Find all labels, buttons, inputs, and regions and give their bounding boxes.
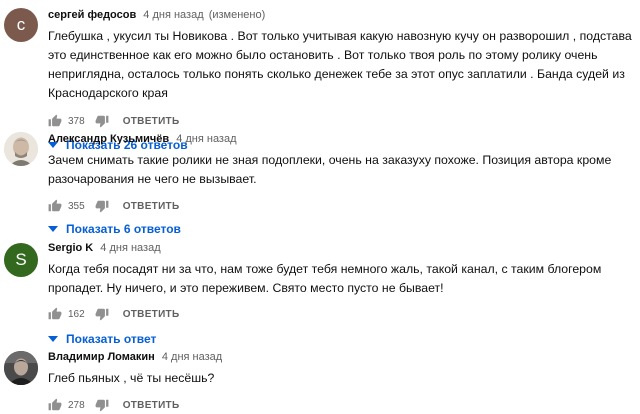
comment-actions: 355 ОТВЕТИТЬ bbox=[48, 197, 632, 215]
like-count: 278 bbox=[68, 399, 85, 411]
comment-header: сергей федосов 4 дня назад (изменено) bbox=[48, 8, 632, 22]
author-name[interactable]: Sergio K bbox=[48, 242, 93, 254]
comment-text: Зачем снимать такие ролики не зная подоп… bbox=[48, 153, 612, 186]
avatar[interactable] bbox=[4, 132, 38, 166]
thumbs-up-icon[interactable] bbox=[48, 114, 62, 128]
person-photo-icon bbox=[4, 351, 38, 385]
avatar-letter: с bbox=[16, 15, 26, 34]
comment-text: Когда тебя посадят ни за что, нам тоже б… bbox=[48, 262, 602, 295]
comment-time[interactable]: 4 дня назад bbox=[143, 9, 203, 21]
reply-button[interactable]: ОТВЕТИТЬ bbox=[123, 201, 180, 212]
thumbs-up-icon[interactable] bbox=[48, 307, 62, 321]
comment-time[interactable]: 4 дня назад bbox=[162, 351, 222, 363]
like-count: 355 bbox=[68, 200, 85, 212]
expand-arrow-icon bbox=[48, 226, 58, 232]
comment-actions: 278 ОТВЕТИТЬ bbox=[48, 396, 632, 414]
comment-actions: 162 ОТВЕТИТЬ bbox=[48, 305, 632, 323]
thumbs-up-icon[interactable] bbox=[48, 398, 62, 412]
like-count: 162 bbox=[68, 308, 85, 320]
avatar[interactable]: с bbox=[4, 8, 38, 42]
comment-thread: с сергей федосов 4 дня назад (изменено) … bbox=[0, 0, 640, 152]
person-photo-icon bbox=[4, 132, 38, 166]
comment-header: Александр Кузьмичёв 4 дня назад bbox=[48, 132, 632, 146]
edited-label: (изменено) bbox=[208, 9, 266, 21]
thumbs-down-icon[interactable] bbox=[95, 398, 109, 412]
thumbs-down-icon[interactable] bbox=[95, 199, 109, 213]
comment-body: Владимир Ломакин 4 дня назад Глеб пьяных… bbox=[48, 350, 632, 414]
comment-body: Sergio K 4 дня назад Когда тебя посадят … bbox=[48, 241, 632, 348]
like-count: 378 bbox=[68, 115, 85, 127]
avatar[interactable]: S bbox=[4, 243, 38, 277]
comment-header: Владимир Ломакин 4 дня назад bbox=[48, 350, 632, 364]
thumbs-down-icon[interactable] bbox=[95, 307, 109, 321]
author-name[interactable]: сергей федосов bbox=[48, 9, 136, 21]
author-name[interactable]: Александр Кузьмичёв bbox=[48, 133, 169, 145]
show-replies-label: Показать 6 ответов bbox=[66, 222, 181, 236]
comment-time[interactable]: 4 дня назад bbox=[100, 242, 160, 254]
thumbs-up-icon[interactable] bbox=[48, 199, 62, 213]
comment-text: Глебушка , укусил ты Новикова . Вот толь… bbox=[48, 29, 632, 100]
expand-arrow-icon bbox=[48, 336, 58, 342]
comment-thread: Александр Кузьмичёв 4 дня назад Зачем сн… bbox=[0, 127, 640, 236]
author-name[interactable]: Владимир Ломакин bbox=[48, 351, 155, 363]
comment-time[interactable]: 4 дня назад bbox=[176, 133, 236, 145]
thumbs-down-icon[interactable] bbox=[95, 114, 109, 128]
comment-header: Sergio K 4 дня назад bbox=[48, 241, 632, 255]
reply-button[interactable]: ОТВЕТИТЬ bbox=[123, 400, 180, 411]
reply-button[interactable]: ОТВЕТИТЬ bbox=[123, 309, 180, 320]
avatar-letter: S bbox=[15, 250, 27, 269]
comment-thread: S Sergio K 4 дня назад Когда тебя посадя… bbox=[0, 235, 640, 346]
comment-thread: Владимир Ломакин 4 дня назад Глеб пьяных… bbox=[0, 343, 640, 412]
reply-button[interactable]: ОТВЕТИТЬ bbox=[123, 116, 180, 127]
avatar[interactable] bbox=[4, 351, 38, 385]
comment-body: Александр Кузьмичёв 4 дня назад Зачем сн… bbox=[48, 132, 632, 238]
comment-text: Глеб пьяных , чё ты несёшь? bbox=[48, 371, 215, 385]
